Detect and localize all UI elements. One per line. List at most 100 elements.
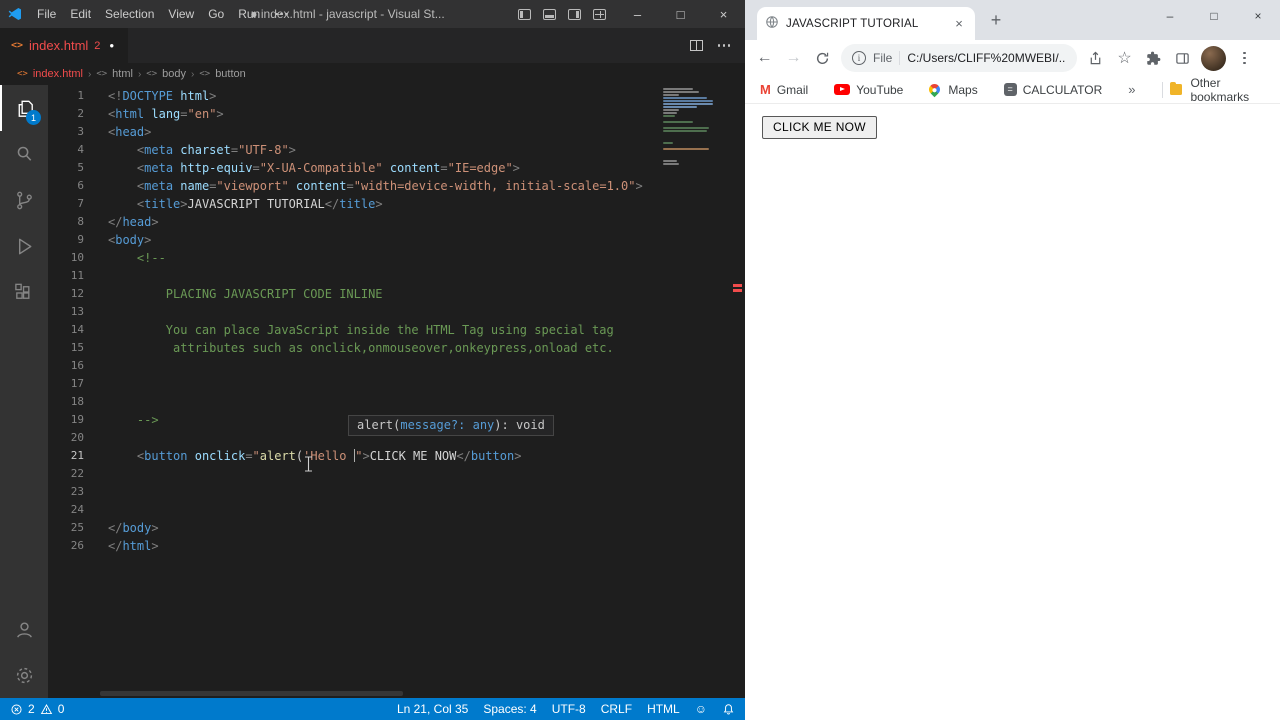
- code-line[interactable]: 25 </body>: [48, 519, 745, 537]
- code-line[interactable]: 12 PLACING JAVASCRIPT CODE INLINE: [48, 285, 745, 303]
- bookmarks-overflow-chevron[interactable]: »: [1128, 82, 1135, 97]
- code-text[interactable]: </head>: [100, 213, 159, 231]
- search-icon[interactable]: [0, 131, 48, 177]
- code-line[interactable]: 5 <meta http-equiv="X-UA-Compatible" con…: [48, 159, 745, 177]
- browser-minimize-button[interactable]: –: [1148, 0, 1192, 31]
- code-line[interactable]: 16: [48, 357, 745, 375]
- breadcrumb-html[interactable]: html: [112, 68, 133, 80]
- code-text[interactable]: <meta charset="UTF-8">: [100, 141, 296, 159]
- code-text[interactable]: [100, 429, 108, 447]
- tab-index-html[interactable]: <> index.html 2 ●: [0, 28, 128, 63]
- code-line[interactable]: 13: [48, 303, 745, 321]
- menu-run[interactable]: Run: [231, 0, 267, 28]
- code-line[interactable]: 8 </head>: [48, 213, 745, 231]
- account-icon[interactable]: [0, 606, 48, 652]
- feedback-icon[interactable]: ☺: [695, 702, 707, 716]
- code-line[interactable]: 4 <meta charset="UTF-8">: [48, 141, 745, 159]
- code-line[interactable]: 7 <title>JAVASCRIPT TUTORIAL</title>: [48, 195, 745, 213]
- address-bar[interactable]: i File C:/Users/CLIFF%20MWEBI/...: [841, 44, 1077, 72]
- back-icon[interactable]: ←: [751, 45, 778, 72]
- breadcrumb-button[interactable]: button: [215, 68, 246, 80]
- code-line[interactable]: 1 <!DOCTYPE html>: [48, 87, 745, 105]
- encoding-setting[interactable]: UTF-8: [552, 702, 586, 716]
- code-text[interactable]: <html lang="en">: [100, 105, 224, 123]
- indentation-setting[interactable]: Spaces: 4: [483, 702, 536, 716]
- code-text[interactable]: </body>: [100, 519, 159, 537]
- other-bookmarks[interactable]: Other bookmarks: [1161, 76, 1266, 104]
- browser-close-button[interactable]: ×: [1236, 0, 1280, 31]
- code-line[interactable]: 11: [48, 267, 745, 285]
- breadcrumb-body[interactable]: body: [162, 68, 186, 80]
- menu-selection[interactable]: Selection: [98, 0, 161, 28]
- bookmark-maps[interactable]: Maps: [927, 81, 978, 98]
- bookmark-youtube[interactable]: YouTube: [834, 83, 903, 97]
- bookmark-calculator[interactable]: = CALCULATOR: [1003, 83, 1102, 97]
- vscode-maximize-button[interactable]: □: [659, 0, 702, 28]
- notifications-bell-icon[interactable]: [722, 703, 735, 716]
- code-text[interactable]: [100, 303, 108, 321]
- customize-layout-icon[interactable]: [593, 8, 606, 20]
- code-text[interactable]: [100, 393, 108, 411]
- code-text[interactable]: <!DOCTYPE html>: [100, 87, 216, 105]
- code-text[interactable]: <meta name="viewport" content="width=dev…: [100, 177, 643, 195]
- toggle-secondary-sidebar-icon[interactable]: [568, 8, 581, 20]
- code-line[interactable]: 23: [48, 483, 745, 501]
- code-line[interactable]: 15 attributes such as onclick,onmouseove…: [48, 339, 745, 357]
- code-line[interactable]: 6 <meta name="viewport" content="width=d…: [48, 177, 745, 195]
- problems-status[interactable]: 2 0: [10, 702, 64, 716]
- source-control-icon[interactable]: [0, 177, 48, 223]
- more-actions-icon[interactable]: [717, 44, 730, 47]
- language-mode[interactable]: HTML: [647, 702, 680, 716]
- bookmark-star-icon[interactable]: ☆: [1111, 45, 1138, 72]
- code-text[interactable]: <meta http-equiv="X-UA-Compatible" conte…: [100, 159, 520, 177]
- settings-gear-icon[interactable]: [0, 652, 48, 698]
- browser-tab[interactable]: JAVASCRIPT TUTORIAL ×: [757, 7, 975, 40]
- share-icon[interactable]: [1082, 45, 1109, 72]
- tab-close-icon[interactable]: ×: [951, 16, 967, 32]
- explorer-icon[interactable]: 1: [0, 85, 48, 131]
- code-text[interactable]: [100, 501, 108, 519]
- menu-overflow-icon[interactable]: [267, 12, 296, 16]
- menu-edit[interactable]: Edit: [63, 0, 98, 28]
- browser-maximize-button[interactable]: □: [1192, 0, 1236, 31]
- code-text[interactable]: You can place JavaScript inside the HTML…: [100, 321, 614, 339]
- menu-file[interactable]: File: [30, 0, 63, 28]
- code-line[interactable]: 9 <body>: [48, 231, 745, 249]
- code-editor[interactable]: 1 <!DOCTYPE html> 2 <html lang="en"> 3 <head>…: [48, 85, 745, 698]
- code-line[interactable]: 14 You can place JavaScript inside the H…: [48, 321, 745, 339]
- minimap[interactable]: [663, 88, 716, 166]
- reload-icon[interactable]: [809, 45, 836, 72]
- code-text[interactable]: <head>: [100, 123, 151, 141]
- browser-menu-kebab-icon[interactable]: [1231, 45, 1258, 72]
- bookmark-gmail[interactable]: M Gmail: [760, 83, 808, 97]
- breadcrumb-index-html[interactable]: index.html: [33, 68, 83, 80]
- horizontal-scrollbar[interactable]: [100, 691, 403, 696]
- menu-go[interactable]: Go: [201, 0, 231, 28]
- code-text[interactable]: <!--: [100, 249, 166, 267]
- code-line[interactable]: 17: [48, 375, 745, 393]
- vscode-close-button[interactable]: ×: [702, 0, 745, 28]
- code-line[interactable]: 24: [48, 501, 745, 519]
- new-tab-button[interactable]: +: [983, 7, 1009, 33]
- profile-avatar[interactable]: [1201, 45, 1226, 71]
- eol-setting[interactable]: CRLF: [601, 702, 632, 716]
- code-text[interactable]: [100, 357, 108, 375]
- code-text[interactable]: [100, 375, 108, 393]
- code-text[interactable]: [100, 465, 108, 483]
- code-line[interactable]: 22: [48, 465, 745, 483]
- code-text[interactable]: PLACING JAVASCRIPT CODE INLINE: [100, 285, 383, 303]
- menu-view[interactable]: View: [161, 0, 201, 28]
- modified-dot-icon[interactable]: ●: [109, 41, 114, 50]
- extensions-icon[interactable]: [0, 269, 48, 315]
- click-me-now-button[interactable]: CLICK ME NOW: [762, 116, 877, 139]
- run-debug-icon[interactable]: [0, 223, 48, 269]
- code-text[interactable]: attributes such as onclick,onmouseover,o…: [100, 339, 614, 357]
- code-line[interactable]: 2 <html lang="en">: [48, 105, 745, 123]
- code-line[interactable]: 10 <!--: [48, 249, 745, 267]
- page-info-icon[interactable]: i: [852, 51, 866, 65]
- toggle-panel-icon[interactable]: [543, 8, 556, 20]
- code-text[interactable]: <title>JAVASCRIPT TUTORIAL</title>: [100, 195, 383, 213]
- code-text[interactable]: </html>: [100, 537, 159, 555]
- vscode-minimize-button[interactable]: –: [616, 0, 659, 28]
- extensions-puzzle-icon[interactable]: [1140, 45, 1167, 72]
